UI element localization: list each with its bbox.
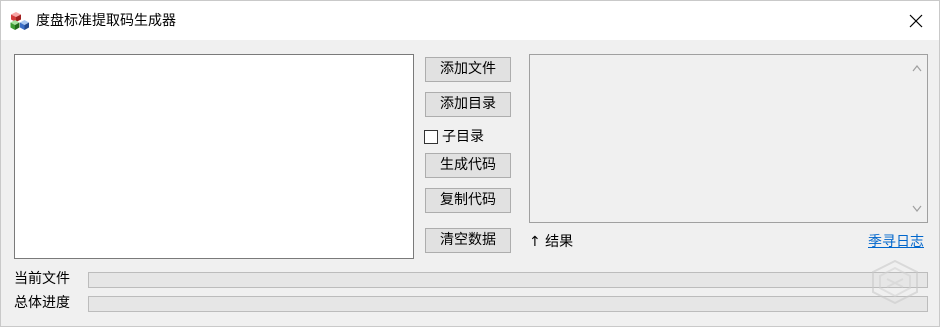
current-file-progress [88, 272, 928, 288]
subdir-checkbox[interactable]: 子目录 [424, 128, 484, 146]
total-progress-label: 总体进度 [14, 295, 70, 311]
add-directory-button[interactable]: 添加目录 [425, 92, 511, 117]
clear-data-button[interactable]: 清空数据 [425, 228, 511, 253]
app-cubes-icon [10, 12, 29, 30]
result-label: ↑ 结果 [529, 234, 574, 250]
current-file-label: 当前文件 [14, 271, 70, 287]
file-list-box[interactable] [14, 54, 414, 259]
total-progress [88, 296, 928, 312]
close-icon [909, 14, 923, 27]
subdir-checkbox-label: 子目录 [442, 129, 484, 145]
generate-code-button[interactable]: 生成代码 [425, 153, 511, 178]
scroll-down-icon[interactable] [912, 205, 922, 213]
app-window: 度盘标准提取码生成器 添加文件 添加目录 子目录 生成代码 复制代码 清空数据 … [0, 0, 940, 327]
watermark-logo-icon [872, 259, 918, 305]
scroll-up-icon[interactable] [912, 64, 922, 72]
blog-link[interactable]: 季寻日志 [868, 233, 924, 251]
add-file-button[interactable]: 添加文件 [425, 57, 511, 82]
window-title: 度盘标准提取码生成器 [36, 13, 176, 29]
close-button[interactable] [893, 1, 939, 40]
title-bar[interactable]: 度盘标准提取码生成器 [1, 1, 939, 40]
copy-code-button[interactable]: 复制代码 [425, 188, 511, 213]
result-textarea[interactable] [529, 54, 928, 223]
checkbox-box[interactable] [424, 130, 438, 144]
